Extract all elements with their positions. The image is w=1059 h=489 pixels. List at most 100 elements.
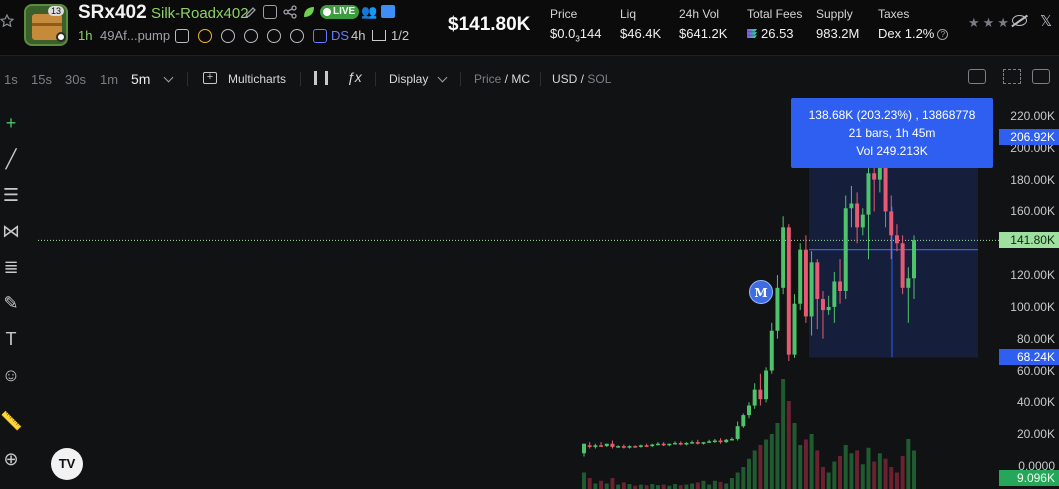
volume-bar — [587, 478, 592, 489]
volume-bar — [678, 485, 683, 489]
candle-body — [820, 298, 825, 311]
candle-body — [792, 303, 797, 355]
timeframe-1m[interactable]: 1m — [100, 72, 118, 87]
fullscreen-icon[interactable] — [1032, 69, 1050, 84]
rating-stars[interactable]: ★★★ — [968, 15, 1012, 31]
ds-label[interactable]: DS — [331, 28, 349, 43]
x-twitter-icon[interactable]: 𝕏 — [1040, 12, 1052, 30]
tradingview-logo[interactable]: TV — [51, 448, 83, 480]
candle-body — [638, 445, 643, 447]
candle-body — [633, 446, 638, 448]
volume-bar — [644, 485, 649, 489]
fib-levels-icon[interactable]: ≣ — [0, 256, 22, 278]
token-logo: 13 — [24, 4, 68, 46]
share-icon[interactable] — [283, 5, 297, 19]
display-button[interactable]: Display — [389, 72, 428, 86]
favorite-star-icon[interactable] — [0, 13, 16, 30]
usd-sol-toggle[interactable]: USD / SOL — [552, 72, 611, 86]
globe-icon[interactable] — [221, 29, 235, 43]
twitter-icon[interactable] — [267, 29, 281, 43]
volume-bar — [599, 480, 604, 489]
volume-bar — [855, 450, 860, 489]
zoom-in-icon[interactable]: ⊕ — [0, 448, 22, 470]
candle-body — [815, 262, 820, 299]
volume-bar — [866, 447, 871, 489]
volume-bar — [712, 480, 717, 489]
crosshair-icon[interactable]: + — [0, 112, 22, 134]
token-name: Silk-Roadx402 — [151, 5, 249, 22]
telegram-icon[interactable] — [381, 5, 395, 18]
volume-bar — [872, 461, 877, 489]
pattern-icon[interactable]: ⋈ — [0, 220, 22, 242]
timeframe-30s[interactable]: 30s — [65, 72, 86, 87]
copy-icon[interactable] — [263, 5, 277, 19]
brush-icon[interactable]: ✎ — [0, 292, 22, 314]
candle-body — [843, 208, 848, 291]
volume-bar — [638, 484, 643, 489]
candle-body — [889, 211, 894, 236]
volume-bar — [582, 472, 586, 489]
volume-bar — [655, 485, 660, 489]
fees-value: 26.53 — [747, 26, 794, 41]
token-age: 1h — [78, 28, 93, 43]
volume-bar — [803, 439, 808, 489]
volume-bar — [610, 478, 615, 489]
candle-body — [673, 442, 678, 445]
warning-icon[interactable] — [198, 29, 212, 43]
candle-body — [707, 441, 712, 443]
volume-bar — [849, 453, 854, 489]
search-icon[interactable] — [290, 29, 304, 43]
indicators-fx-icon[interactable]: ƒx — [347, 69, 362, 85]
text-tool-icon[interactable]: T — [0, 328, 22, 350]
hide-eye-icon[interactable] — [1012, 15, 1027, 26]
help-icon[interactable]: ? — [937, 29, 949, 41]
candle-body — [695, 442, 700, 444]
candle-body — [627, 446, 632, 448]
volume-bar — [792, 423, 797, 489]
price-axis[interactable]: 220.00K200.00K180.00K160.00K140.00K120.0… — [999, 98, 1059, 489]
timeframe-1s[interactable]: 1s — [4, 72, 18, 87]
volume-bar — [650, 484, 655, 489]
timeframe-15s[interactable]: 15s — [31, 72, 52, 87]
volume-bar — [747, 458, 751, 489]
volume-bar — [838, 456, 843, 489]
volume-bar — [894, 472, 899, 489]
timeframe-dropdown-icon[interactable] — [163, 72, 174, 83]
volume-bar — [786, 401, 791, 489]
migration-marker[interactable]: M — [749, 280, 773, 304]
candle-body — [661, 443, 666, 446]
candle-body — [832, 281, 837, 307]
volume-bar — [826, 472, 831, 489]
vol-value: $641.2K — [679, 26, 728, 41]
list-icon[interactable] — [244, 29, 258, 43]
volume-tag: 9.096K — [999, 470, 1059, 486]
popout-icon[interactable] — [1003, 69, 1021, 84]
multicharts-button[interactable]: Multicharts — [228, 72, 286, 86]
volume-bar — [690, 483, 695, 489]
divider — [375, 72, 376, 86]
price-mc-toggle[interactable]: Price / MC — [474, 72, 530, 86]
display-dropdown-icon[interactable] — [437, 72, 448, 83]
axis-tick-label: 100.00K — [1010, 299, 1055, 314]
price-label: Price — [550, 7, 578, 21]
trendline-icon[interactable]: ╱ — [0, 148, 22, 170]
volume-bar — [798, 445, 803, 489]
edit-icon[interactable] — [244, 5, 258, 19]
candle-body — [838, 281, 843, 291]
candlestick-icon[interactable] — [314, 71, 328, 85]
contract-address[interactable]: 49Af...pump — [100, 28, 170, 43]
candle-body — [781, 227, 786, 288]
volume-bar — [889, 467, 894, 489]
volume-bar — [661, 484, 666, 489]
divider — [187, 72, 188, 86]
timeframe-5m[interactable]: 5m — [131, 71, 150, 87]
ruler-icon[interactable]: 📏 — [0, 410, 22, 432]
candle-body — [900, 243, 905, 288]
bundle-icon[interactable] — [175, 29, 189, 43]
horizontal-lines-icon[interactable]: ☰ — [0, 184, 22, 206]
multicharts-plus-icon[interactable]: + — [203, 72, 217, 84]
emoji-icon[interactable]: ☺ — [0, 364, 22, 386]
candle-body — [798, 249, 803, 304]
screenshot-camera-icon[interactable] — [968, 69, 986, 84]
candle-body — [764, 370, 769, 400]
